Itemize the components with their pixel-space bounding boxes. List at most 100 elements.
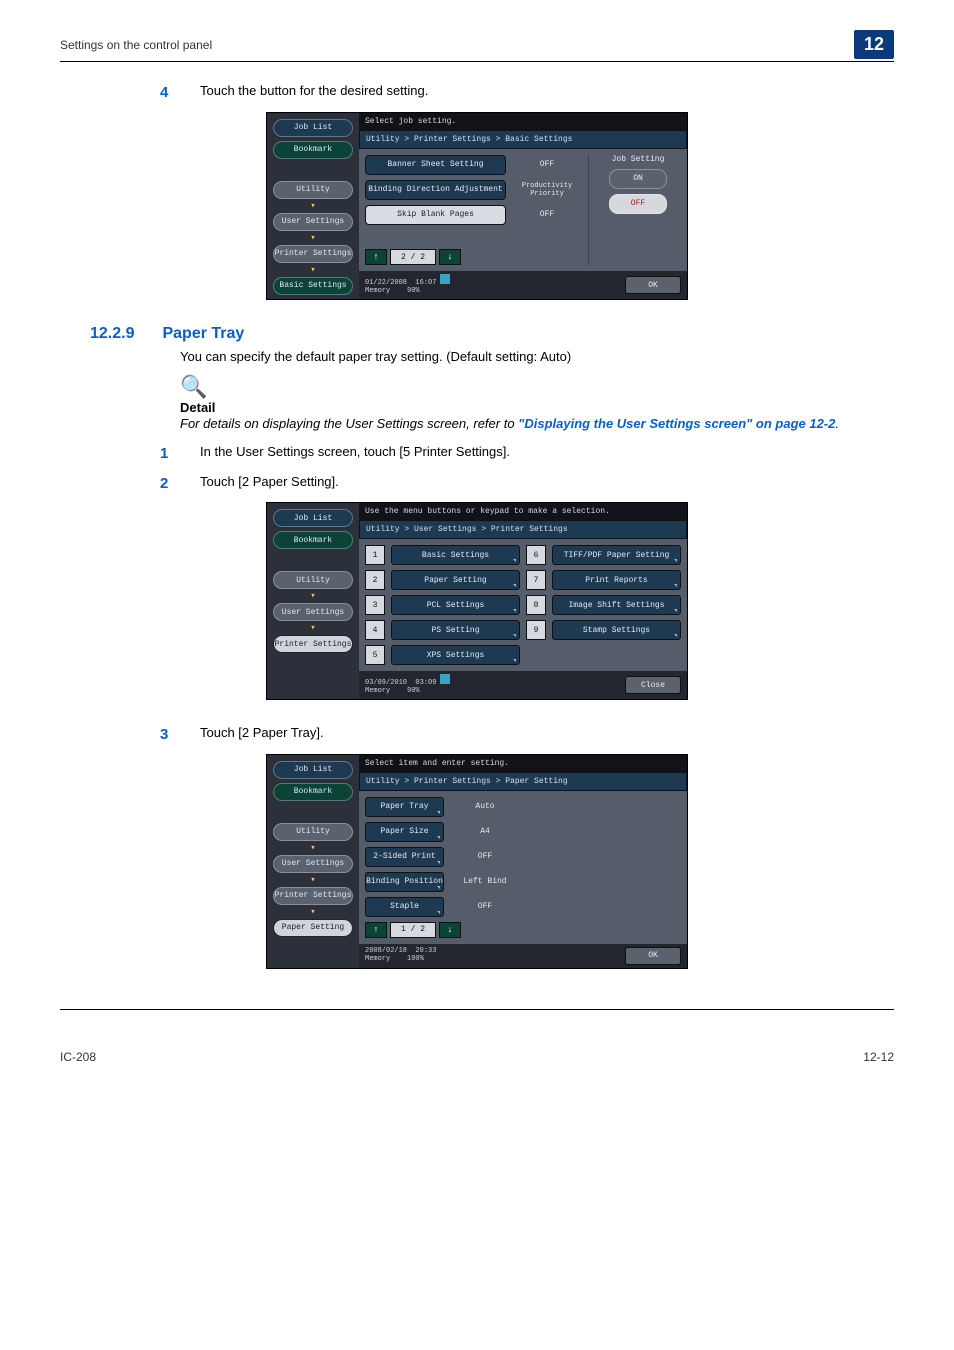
page-up-button[interactable]: ↑	[365, 249, 387, 265]
network-icon	[440, 274, 450, 284]
page-down-button[interactable]: ↓	[439, 922, 461, 938]
setting-value: Auto	[450, 802, 520, 811]
sidebar-utility[interactable]: Utility	[273, 823, 353, 841]
sidebar-paper-setting[interactable]: Paper Setting	[273, 919, 353, 937]
status-mem-label: Memory	[365, 955, 390, 963]
menu-pcl-settings[interactable]: PCL Settings	[391, 595, 520, 615]
step-text: Touch [2 Paper Setting].	[200, 473, 339, 495]
section-number: 12.2.9	[90, 325, 134, 343]
side-title: Job Setting	[612, 155, 665, 164]
sidebar-user-settings[interactable]: User Settings	[273, 603, 353, 621]
menu-paper-setting[interactable]: Paper Setting	[391, 570, 520, 590]
page-up-button[interactable]: ↑	[365, 922, 387, 938]
sidebar-user-settings[interactable]: User Settings	[273, 213, 353, 231]
two-sided-print-button[interactable]: 2-Sided Print	[365, 847, 444, 867]
sidebar-printer-settings[interactable]: Printer Settings	[273, 245, 353, 263]
step-number: 2	[160, 473, 180, 495]
paper-tray-button[interactable]: Paper Tray	[365, 797, 444, 817]
bookmark-button[interactable]: Bookmark	[273, 141, 353, 159]
sidebar-printer-settings[interactable]: Printer Settings	[273, 887, 353, 905]
sidebar-user-settings[interactable]: User Settings	[273, 855, 353, 873]
menu-number: 5	[365, 645, 385, 665]
status-mem-value: 90%	[407, 287, 420, 295]
breadcrumb: Utility > Printer Settings > Basic Setti…	[359, 130, 687, 149]
network-icon	[440, 674, 450, 684]
staple-button[interactable]: Staple	[365, 897, 444, 917]
screenshot-basic-settings: Job List Bookmark Utility ▾ User Setting…	[266, 112, 688, 300]
step-text: Touch [2 Paper Tray].	[200, 724, 324, 746]
binding-direction-button[interactable]: Binding Direction Adjustment	[365, 180, 506, 200]
menu-ps-setting[interactable]: PS Setting	[391, 620, 520, 640]
detail-label: Detail	[180, 400, 894, 415]
setting-value: Left Bind	[450, 877, 520, 886]
cross-ref-link[interactable]: "Displaying the User Settings screen" on…	[518, 416, 835, 431]
job-list-button[interactable]: Job List	[273, 119, 353, 137]
step-number: 1	[160, 443, 180, 465]
chevron-down-icon: ▾	[310, 235, 315, 241]
job-list-button[interactable]: Job List	[273, 509, 353, 527]
skip-blank-pages-button[interactable]: Skip Blank Pages	[365, 205, 506, 225]
footer-rule	[60, 1009, 894, 1010]
breadcrumb: Utility > User Settings > Printer Settin…	[359, 520, 687, 539]
sidebar-utility[interactable]: Utility	[273, 181, 353, 199]
chevron-down-icon: ▾	[310, 845, 315, 851]
binding-position-button[interactable]: Binding Position	[365, 872, 444, 892]
menu-tiff-pdf-paper[interactable]: TIFF/PDF Paper Setting	[552, 545, 681, 565]
chapter-badge: 12	[854, 30, 894, 59]
job-list-button[interactable]: Job List	[273, 761, 353, 779]
chevron-down-icon: ▾	[310, 625, 315, 631]
screenshot-printer-settings-menu: Job List Bookmark Utility ▾ User Setting…	[266, 502, 688, 699]
chevron-down-icon: ▾	[310, 267, 315, 273]
menu-number: 8	[526, 595, 546, 615]
setting-value: OFF	[450, 902, 520, 911]
page-indicator: 1 / 2	[390, 922, 436, 938]
step-text: Touch the button for the desired setting…	[200, 82, 428, 104]
menu-print-reports[interactable]: Print Reports	[552, 570, 681, 590]
footer-left: IC-208	[60, 1050, 96, 1064]
ok-button[interactable]: OK	[625, 947, 681, 965]
menu-number: 6	[526, 545, 546, 565]
setting-value: OFF	[450, 852, 520, 861]
menu-basic-settings[interactable]: Basic Settings	[391, 545, 520, 565]
footer-right: 12-12	[863, 1050, 894, 1064]
section-description: You can specify the default paper tray s…	[180, 349, 894, 364]
panel-instruction: Select job setting.	[359, 113, 687, 130]
status-mem-value: 90%	[407, 687, 420, 695]
menu-number: 7	[526, 570, 546, 590]
page-indicator: 2 / 2	[390, 249, 436, 265]
screenshot-paper-setting: Job List Bookmark Utility ▾ User Setting…	[266, 754, 688, 969]
magnifier-icon: 🔍	[180, 374, 894, 400]
menu-number: 2	[365, 570, 385, 590]
sidebar-printer-settings[interactable]: Printer Settings	[273, 635, 353, 653]
menu-number: 3	[365, 595, 385, 615]
menu-stamp-settings[interactable]: Stamp Settings	[552, 620, 681, 640]
status-mem-label: Memory	[365, 687, 390, 695]
chevron-down-icon: ▾	[310, 909, 315, 915]
job-setting-on[interactable]: ON	[609, 169, 667, 189]
page-down-button[interactable]: ↓	[439, 249, 461, 265]
detail-text: For details on displaying the User Setti…	[180, 415, 894, 433]
paper-size-button[interactable]: Paper Size	[365, 822, 444, 842]
menu-xps-settings[interactable]: XPS Settings	[391, 645, 520, 665]
banner-sheet-setting-button[interactable]: Banner Sheet Setting	[365, 155, 506, 175]
chevron-down-icon: ▾	[310, 877, 315, 883]
panel-instruction: Select item and enter setting.	[359, 755, 687, 772]
menu-image-shift[interactable]: Image Shift Settings	[552, 595, 681, 615]
status-mem-label: Memory	[365, 287, 390, 295]
running-head: Settings on the control panel	[60, 38, 212, 52]
sidebar-utility[interactable]: Utility	[273, 571, 353, 589]
step-text: In the User Settings screen, touch [5 Pr…	[200, 443, 510, 465]
setting-value: OFF	[512, 160, 582, 169]
job-setting-off[interactable]: OFF	[609, 194, 667, 214]
menu-number: 9	[526, 620, 546, 640]
panel-instruction: Use the menu buttons or keypad to make a…	[359, 503, 687, 520]
ok-button[interactable]: OK	[625, 276, 681, 294]
bookmark-button[interactable]: Bookmark	[273, 531, 353, 549]
bookmark-button[interactable]: Bookmark	[273, 783, 353, 801]
sidebar-basic-settings[interactable]: Basic Settings	[273, 277, 353, 295]
close-button[interactable]: Close	[625, 676, 681, 694]
setting-value: OFF	[512, 210, 582, 219]
step-number: 3	[160, 724, 180, 746]
section-title: Paper Tray	[162, 325, 244, 343]
setting-value: Productivity Priority	[512, 182, 582, 198]
